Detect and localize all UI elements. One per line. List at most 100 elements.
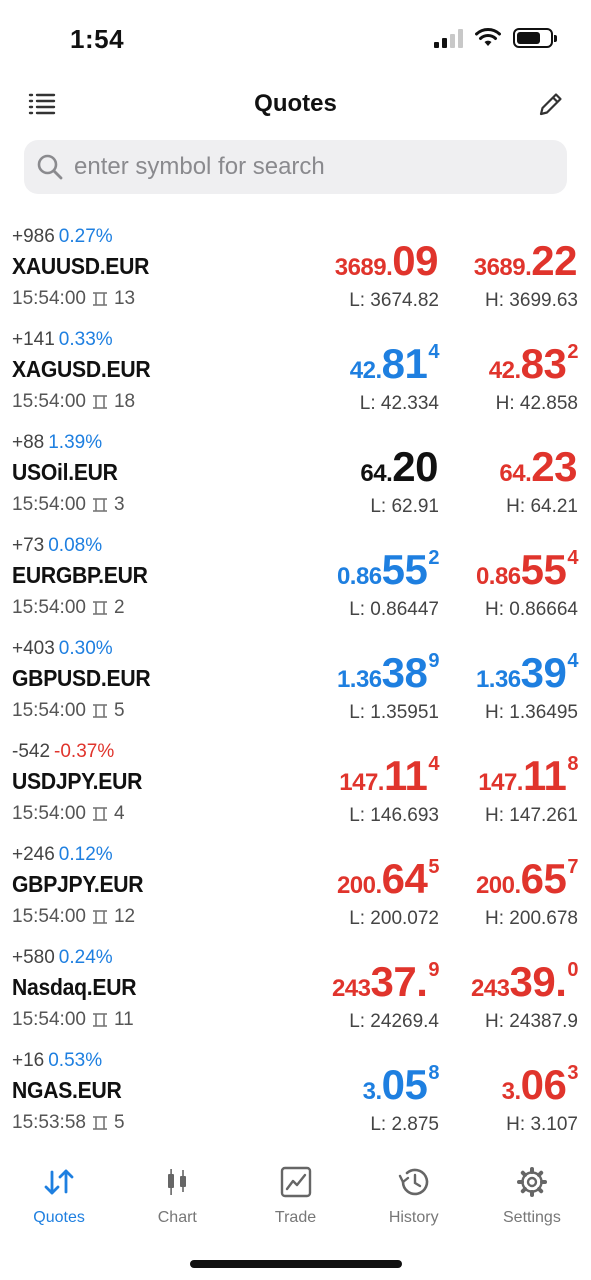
battery-icon <box>513 28 557 48</box>
quote-row[interactable]: +73 0.08% EURGBP.EUR 15:54:00 2 0.86552 0.8655… <box>0 529 591 632</box>
search-input[interactable] <box>74 153 544 181</box>
bid-price-main: 20 <box>392 443 438 490</box>
quote-row[interactable]: -542 -0.37% USDJPY.EUR 15:54:00 4 147.114 147.… <box>0 735 591 838</box>
ask-price-prefix: 1.36 <box>475 666 521 693</box>
bid-price[interactable]: 64.20 <box>360 444 439 488</box>
bid-price[interactable]: 0.86552 <box>337 546 440 593</box>
ask-price-main: 55 <box>520 546 567 593</box>
bid-price-pip: 4 <box>428 753 439 775</box>
ask-price-prefix: 200. <box>475 872 521 899</box>
ask-price-main: 11 <box>522 752 567 799</box>
bid-price-pip: 9 <box>428 959 439 981</box>
bid-price-pip: 9 <box>428 650 439 672</box>
bid-price[interactable]: 3689.09 <box>335 238 439 282</box>
bid-price[interactable]: 24337.9 <box>332 959 440 1003</box>
quote-time: 15:54:00 <box>12 803 86 824</box>
home-indicator <box>190 1260 402 1268</box>
bid-price-main: 11 <box>383 752 428 799</box>
ask-price-main: 06 <box>520 1061 567 1108</box>
tab-settings[interactable]: Settings <box>473 1160 591 1240</box>
spread-value: 18 <box>113 391 136 412</box>
change-points: +88 <box>12 432 45 453</box>
tab-history[interactable]: History <box>355 1160 473 1240</box>
low-price: L: 2.875 <box>370 1114 439 1135</box>
search-bar[interactable] <box>24 140 567 194</box>
cellular-signal-icon <box>434 28 463 48</box>
quote-row[interactable]: +986 0.27% XAUUSD.EUR 15:54:00 13 3689.09 3689… <box>0 220 591 323</box>
quote-row[interactable]: +403 0.30% GBPUSD.EUR 15:54:00 5 1.36389 1.363… <box>0 632 591 735</box>
ask-price-pip: 3 <box>567 1062 578 1084</box>
daily-change: +403 0.30% <box>12 638 113 660</box>
edit-pencil-icon[interactable] <box>535 88 567 120</box>
change-points: +141 <box>12 329 55 350</box>
spread-icon <box>92 910 107 924</box>
bid-price-prefix: 1.36 <box>336 666 382 693</box>
spread-icon <box>92 1116 107 1130</box>
low-price: L: 3674.82 <box>349 290 439 311</box>
bid-price-main: 55 <box>381 546 428 593</box>
daily-change: +16 0.53% <box>12 1050 102 1072</box>
ask-price[interactable]: 24339.0 <box>471 959 579 1003</box>
quotes-list: +986 0.27% XAUUSD.EUR 15:54:00 13 3689.09 3689… <box>0 220 591 1147</box>
ask-price[interactable]: 3.063 <box>501 1061 579 1108</box>
spread-value: 12 <box>113 906 136 927</box>
tab-label: Quotes <box>33 1209 85 1226</box>
bid-price-prefix: 147. <box>339 769 384 796</box>
quote-row[interactable]: +16 0.53% NGAS.EUR 15:53:58 5 3.058 3.063 L: 2.… <box>0 1044 591 1147</box>
symbol-name: XAGUSD.EUR <box>12 356 151 382</box>
low-price: L: 1.35951 <box>349 702 439 723</box>
ask-price-prefix: 147. <box>478 769 523 796</box>
daily-change: +986 0.27% <box>12 226 113 248</box>
bid-price-main: 05 <box>381 1061 428 1108</box>
tab-label: History <box>388 1209 439 1226</box>
bid-price-pip: 5 <box>428 856 439 878</box>
ask-price[interactable]: 64.23 <box>499 444 578 488</box>
high-price: H: 147.261 <box>485 805 578 826</box>
tab-trade[interactable]: Trade <box>236 1160 354 1240</box>
bid-price[interactable]: 147.114 <box>339 753 439 797</box>
ask-price-main: 83 <box>520 340 567 387</box>
quote-time: 15:54:00 <box>12 597 86 618</box>
bid-price[interactable]: 42.814 <box>350 341 440 385</box>
tab-bar: Quotes Chart Trade History Settings <box>0 1160 591 1240</box>
quote-row[interactable]: +246 0.12% GBPJPY.EUR 15:54:00 12 200.645 200.… <box>0 838 591 941</box>
bid-price-prefix: 3. <box>362 1078 383 1105</box>
ask-price[interactable]: 147.118 <box>478 753 578 797</box>
ask-price-pip: 4 <box>567 650 578 672</box>
change-percent: 1.39% <box>48 432 103 453</box>
wifi-icon <box>475 28 501 46</box>
bid-price[interactable]: 200.645 <box>337 856 440 900</box>
spread-value: 2 <box>113 597 125 618</box>
bid-price[interactable]: 3.058 <box>362 1061 440 1108</box>
change-points: +73 <box>12 535 45 556</box>
ask-price-pip: 0 <box>567 959 578 981</box>
high-price: H: 0.86664 <box>485 599 578 620</box>
tab-chart[interactable]: Chart <box>118 1160 236 1240</box>
ask-price[interactable]: 3689.22 <box>474 238 578 282</box>
ask-price[interactable]: 0.86554 <box>476 546 579 593</box>
trade-chart-icon <box>279 1166 313 1203</box>
change-percent: 0.24% <box>58 947 113 968</box>
daily-change: +246 0.12% <box>12 844 113 866</box>
quote-time: 15:54:00 <box>12 288 86 309</box>
ask-price[interactable]: 42.832 <box>489 340 579 387</box>
ask-price[interactable]: 200.657 <box>475 856 579 900</box>
tab-label: Chart <box>157 1209 197 1226</box>
quote-row[interactable]: +141 0.33% XAGUSD.EUR 15:54:00 18 42.814 42.83… <box>0 323 591 426</box>
quote-row[interactable]: +88 1.39% USOil.EUR 15:54:00 3 64.20 64.23 L: 6… <box>0 426 591 529</box>
nav-bar: Quotes <box>0 78 591 134</box>
tab-quotes[interactable]: Quotes <box>0 1160 118 1240</box>
quote-time: 15:54:00 <box>12 391 86 412</box>
bid-price-main: 09 <box>392 237 438 284</box>
quote-row[interactable]: +580 0.24% Nasdaq.EUR 15:54:00 11 24337.9 2433… <box>0 941 591 1044</box>
bid-price-pip: 4 <box>428 341 439 363</box>
ask-price-prefix: 3689. <box>473 254 532 281</box>
bid-price[interactable]: 1.36389 <box>336 650 440 694</box>
low-price: L: 146.693 <box>349 805 439 826</box>
bid-price-prefix: 64. <box>360 460 393 487</box>
ask-price[interactable]: 1.36394 <box>475 650 579 694</box>
quote-meta: 15:54:00 2 <box>12 597 125 619</box>
page-title: Quotes <box>254 90 337 117</box>
change-points: +580 <box>12 947 55 968</box>
ask-price-prefix: 3. <box>501 1078 522 1105</box>
